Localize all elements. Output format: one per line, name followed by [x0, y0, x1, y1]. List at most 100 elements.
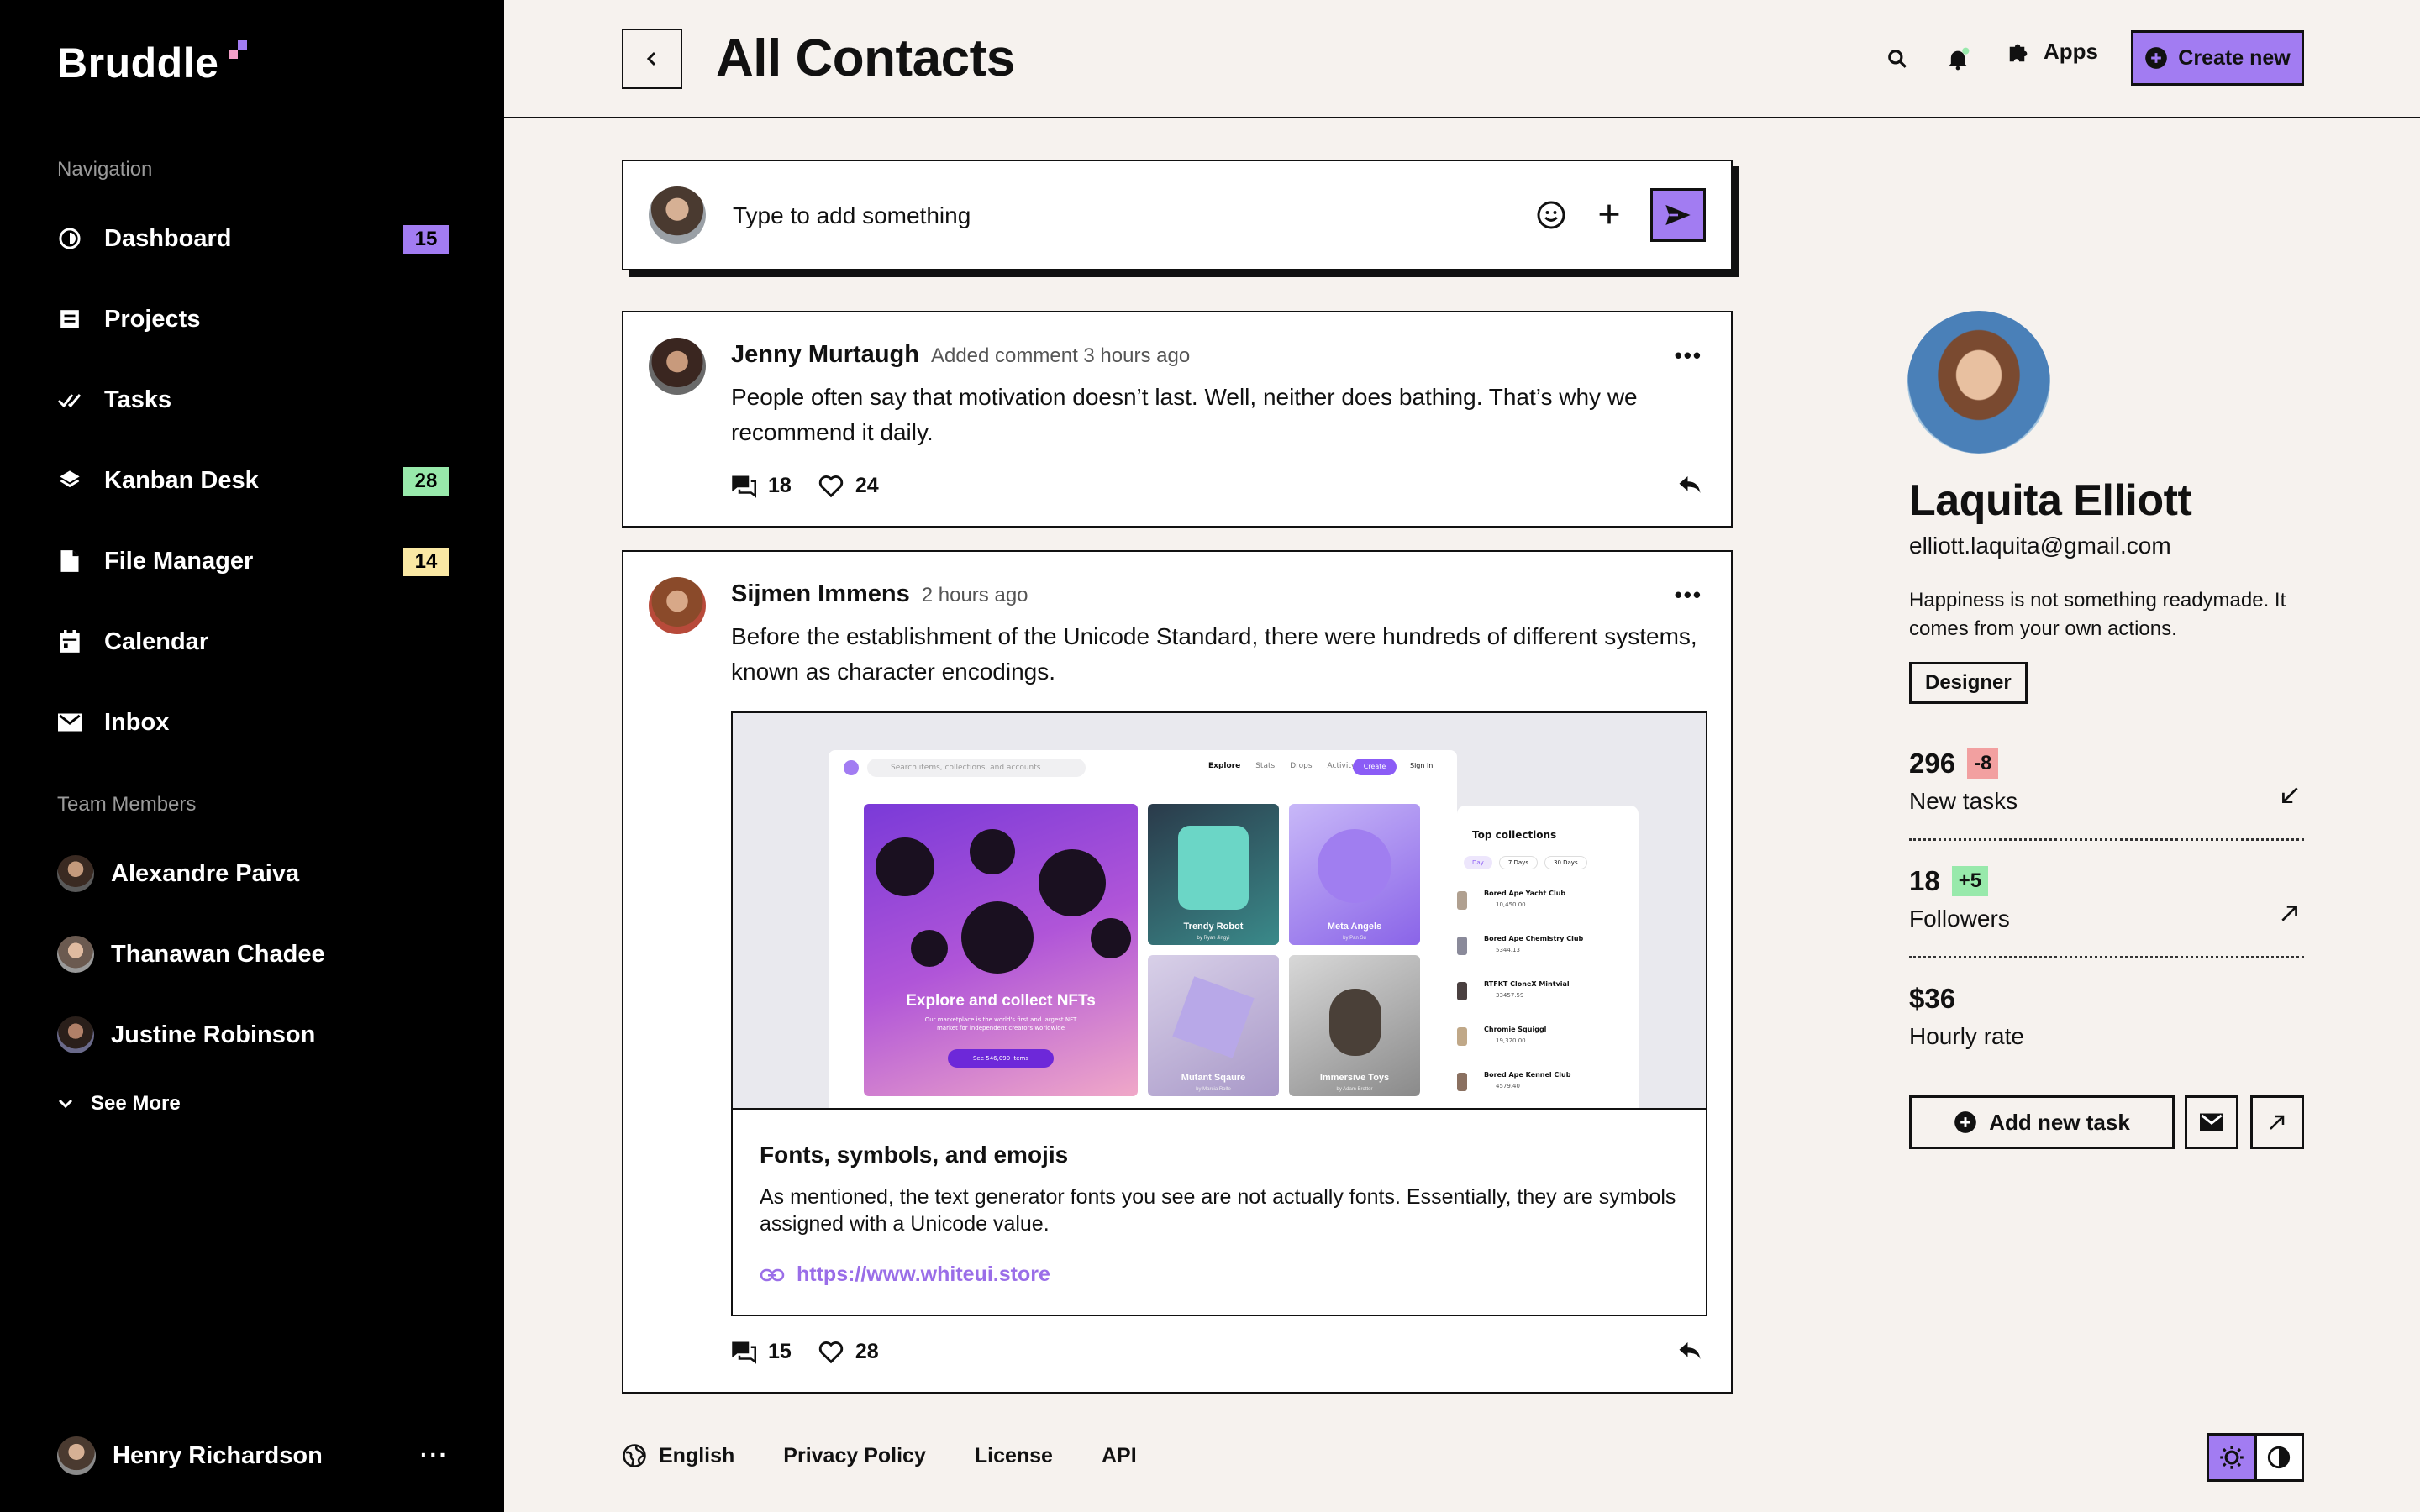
preview-collection-value: 10,450.00	[1496, 901, 1526, 908]
post-meta: 2 hours ago	[921, 584, 1028, 606]
preview-collection-value: 4579.40	[1496, 1083, 1520, 1089]
team-member[interactable]: Justine Robinson	[57, 1011, 315, 1058]
reply-icon[interactable]	[1677, 1340, 1702, 1366]
team-member[interactable]: Thanawan Chadee	[57, 931, 325, 978]
profile-email[interactable]: elliott.laquita@gmail.com	[1909, 533, 2171, 559]
see-more-button[interactable]: See More	[57, 1092, 181, 1116]
reply-icon[interactable]	[1677, 474, 1702, 500]
like-button[interactable]: 28	[818, 1340, 879, 1364]
send-email-button[interactable]	[2185, 1095, 2238, 1149]
profile-role-tag: Designer	[1909, 662, 2028, 704]
profile-name: Laquita Elliott	[1909, 476, 2192, 525]
file-icon	[57, 549, 82, 574]
create-new-button[interactable]: Create new	[2131, 30, 2304, 86]
mail-icon	[57, 710, 82, 735]
footer-link-api[interactable]: API	[1102, 1444, 1137, 1468]
theme-toggle[interactable]	[2207, 1433, 2304, 1482]
stat-change-badge: +5	[1951, 866, 1989, 896]
open-profile-button[interactable]	[2250, 1095, 2304, 1149]
avatar	[57, 936, 94, 973]
back-button[interactable]	[622, 29, 682, 89]
avatar	[649, 186, 706, 244]
post-text: Before the establishment of the Unicode …	[731, 623, 1697, 685]
footer-link-privacy[interactable]: Privacy Policy	[783, 1444, 926, 1468]
header: All Contacts Apps Create new	[504, 0, 2420, 118]
post-more-icon[interactable]: •••	[1675, 582, 1702, 608]
link-url[interactable]: https://www.whiteui.store	[760, 1263, 1050, 1287]
preview-card: Immersive Toys by Adam Brotter	[1289, 955, 1420, 1096]
send-icon	[1665, 203, 1691, 227]
arrow-up-right-icon[interactable]	[2279, 902, 2301, 928]
link-preview-card[interactable]: Search items, collections, and accounts …	[731, 711, 1707, 1316]
footer-link-license[interactable]: License	[975, 1444, 1053, 1468]
preview-collection-name: Bored Ape Chemistry Club	[1484, 935, 1584, 942]
sidebar-item-dashboard[interactable]: Dashboard 15	[57, 215, 449, 262]
divider	[1909, 956, 2304, 958]
likes-count: 28	[855, 1340, 879, 1363]
preview-collection-name: RTFKT CloneX Mintvial	[1484, 980, 1570, 988]
link-title: Fonts, symbols, and emojis	[760, 1142, 1069, 1168]
add-new-task-button[interactable]: Add new task	[1909, 1095, 2175, 1149]
post-text: People often say that motivation doesn’t…	[731, 384, 1638, 445]
post-author[interactable]: Sijmen Immens	[731, 580, 910, 607]
member-name: Alexandre Paiva	[111, 859, 300, 887]
preview-collection-item: Chromie Squiggl 19,320.00	[1457, 1022, 1639, 1068]
preview-logo-icon	[844, 760, 859, 775]
sidebar-item-file-manager[interactable]: File Manager 14	[57, 538, 449, 585]
arrow-up-right-icon	[2267, 1112, 2287, 1132]
search-button[interactable]	[1881, 42, 1914, 76]
team-member[interactable]: Alexandre Paiva	[57, 850, 299, 897]
sidebar-item-calendar[interactable]: Calendar	[57, 618, 449, 665]
logo-mark-icon	[229, 40, 247, 59]
preview-collection-name: Chromie Squiggl	[1484, 1026, 1547, 1033]
plus-icon[interactable]	[1595, 200, 1623, 228]
double-check-icon	[57, 387, 82, 412]
sidebar-item-label: Kanban Desk	[104, 466, 259, 494]
sidebar-item-inbox[interactable]: Inbox	[57, 699, 449, 746]
heart-icon	[818, 1341, 843, 1363]
stat-value-row: $36	[1909, 983, 1955, 1015]
notifications-button[interactable]	[1941, 42, 1975, 76]
sidebar-item-kanban-desk[interactable]: Kanban Desk 28	[57, 457, 449, 504]
current-user[interactable]: Henry Richardson ···	[57, 1435, 449, 1477]
sidebar-item-tasks[interactable]: Tasks	[57, 376, 449, 423]
like-button[interactable]: 24	[818, 474, 879, 498]
apps-button[interactable]: Apps	[2007, 39, 2098, 65]
chevron-left-icon	[645, 50, 659, 67]
post-author[interactable]: Jenny Murtaugh	[731, 341, 919, 368]
profile-bio: Happiness is not something readymade. It…	[1909, 589, 2286, 640]
team-heading: Team Members	[57, 793, 197, 816]
user-menu-button[interactable]: ···	[420, 1441, 449, 1468]
composer-input[interactable]	[733, 195, 1279, 237]
emoji-icon[interactable]	[1536, 200, 1566, 230]
light-mode-button[interactable]	[2209, 1436, 2257, 1479]
avatar	[649, 338, 706, 395]
post-card: Jenny Murtaugh Added comment 3 hours ago …	[622, 311, 1733, 528]
preview-hero-title: Explore and collect NFTs	[906, 992, 1096, 1010]
post-author-line: Sijmen Immens 2 hours ago	[731, 580, 1028, 608]
bell-icon	[1946, 47, 1970, 71]
sidebar-item-label: Tasks	[104, 386, 172, 413]
kanban-badge: 28	[403, 467, 449, 496]
post-more-icon[interactable]: •••	[1675, 343, 1702, 369]
language-selector[interactable]: English	[622, 1443, 734, 1468]
comment-icon	[732, 475, 756, 498]
sidebar-item-projects[interactable]: Projects	[57, 296, 449, 343]
dark-mode-button[interactable]	[2257, 1436, 2302, 1479]
preview-nav: Explore Stats Drops Activity	[1208, 762, 1355, 770]
search-icon	[1886, 48, 1908, 70]
post-meta: Added comment 3 hours ago	[930, 344, 1191, 367]
arrow-down-left-icon[interactable]	[2279, 785, 2301, 811]
preview-nav-item: Explore	[1208, 762, 1241, 770]
mail-icon	[2200, 1113, 2223, 1131]
stat-label: New tasks	[1909, 788, 2018, 814]
preview-hero-subtitle: Our marketplace is the world's first and…	[924, 1016, 1077, 1032]
comments-button[interactable]: 15	[731, 1340, 792, 1364]
divider	[1909, 838, 2304, 841]
avatar	[649, 577, 706, 634]
send-button[interactable]	[1650, 188, 1706, 242]
sidebar-item-label: File Manager	[104, 547, 254, 575]
app-logo[interactable]: Bruddle	[57, 39, 218, 87]
preview-collections-title: Top collections	[1472, 829, 1557, 841]
comments-button[interactable]: 18	[731, 474, 792, 498]
